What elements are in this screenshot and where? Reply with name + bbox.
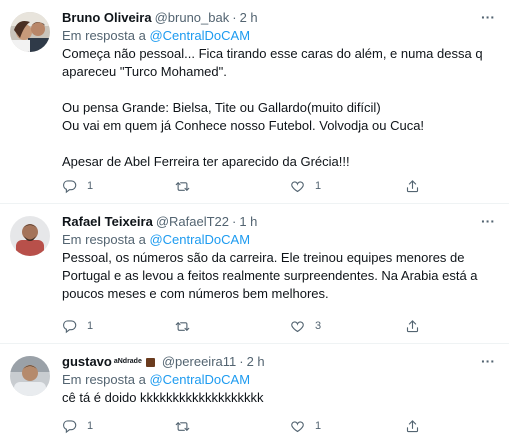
user-handle[interactable]: @bruno_bak <box>155 10 230 26</box>
reply-icon <box>63 419 77 433</box>
reply-prefix: Em resposta a <box>62 372 150 387</box>
reply-context: Em resposta a @CentralDoCAM <box>62 27 495 44</box>
share-button[interactable] <box>405 319 420 334</box>
reply-prefix: Em resposta a <box>62 28 150 43</box>
action-bar: 1 1 <box>62 417 495 435</box>
reply-count: 1 <box>87 320 94 332</box>
tweet-header: Rafael Teixeira @RafaelT22 · 1 h <box>62 214 495 230</box>
like-button[interactable]: 1 <box>290 179 321 194</box>
mention-link[interactable]: @CentralDoCAM <box>149 232 250 247</box>
action-bar: 1 1 <box>62 177 495 195</box>
timestamp[interactable]: 2 h <box>247 354 265 370</box>
mention-link[interactable]: @CentralDoCAM <box>149 28 250 43</box>
like-icon <box>291 320 304 332</box>
timestamp[interactable]: 2 h <box>240 10 258 26</box>
reply-count: 1 <box>87 420 94 432</box>
flag-emoji-icon <box>145 357 155 367</box>
like-button[interactable]: 3 <box>290 319 321 334</box>
reply-button[interactable]: 1 <box>62 419 93 434</box>
like-button[interactable]: 1 <box>290 419 321 434</box>
retweet-button[interactable] <box>175 319 200 334</box>
timestamp[interactable]: 1 h <box>239 214 257 230</box>
reply-context: Em resposta a @CentralDoCAM <box>62 371 495 388</box>
tweet[interactable]: Rafael Teixeira @RafaelT22 · 1 h ··· Em … <box>0 204 509 344</box>
like-icon <box>291 180 304 192</box>
avatar[interactable] <box>10 216 50 256</box>
tweet[interactable]: Bruno Oliveira @bruno_bak · 2 h ··· Em r… <box>0 0 509 204</box>
reply-icon <box>63 179 77 193</box>
share-icon <box>406 319 419 332</box>
tweet-header: gustavo aNdrade @pereeira11 · 2 h <box>62 354 495 370</box>
more-icon[interactable]: ··· <box>481 9 495 25</box>
more-icon[interactable]: ··· <box>481 213 495 229</box>
like-count: 3 <box>315 320 322 332</box>
like-icon <box>291 420 304 432</box>
share-icon <box>406 179 419 192</box>
name-badge: aNdrade <box>113 358 142 365</box>
display-name[interactable]: Rafael Teixeira <box>62 214 153 230</box>
tweet-text: Pessoal, os números são da carreira. Ele… <box>62 250 478 301</box>
action-bar: 1 3 <box>62 317 495 335</box>
separator-dot: · <box>239 354 244 369</box>
retweet-icon <box>175 421 190 431</box>
share-button[interactable] <box>405 419 420 434</box>
like-count: 1 <box>315 420 322 432</box>
retweet-icon <box>175 181 190 191</box>
reply-button[interactable]: 1 <box>62 319 93 334</box>
tweet-text: Começa não pessoal... Fica tirando esse … <box>62 46 483 169</box>
more-icon[interactable]: ··· <box>481 353 495 369</box>
tweet-text: cê tá é doido kkkkkkkkkkkkkkkkkkk <box>62 390 264 405</box>
display-name[interactable]: gustavo <box>62 354 112 370</box>
tweet-header: Bruno Oliveira @bruno_bak · 2 h <box>62 10 495 26</box>
avatar[interactable] <box>10 12 50 52</box>
reply-icon <box>63 319 77 333</box>
share-button[interactable] <box>405 179 420 194</box>
retweet-icon <box>175 321 190 331</box>
tweet[interactable]: gustavo aNdrade @pereeira11 · 2 h ··· Em… <box>0 344 509 443</box>
retweet-button[interactable] <box>175 419 200 434</box>
retweet-button[interactable] <box>175 179 200 194</box>
separator-dot: · <box>232 214 237 229</box>
display-name[interactable]: Bruno Oliveira <box>62 10 152 26</box>
user-handle[interactable]: @RafaelT22 <box>156 214 229 230</box>
separator-dot: · <box>232 10 237 25</box>
reply-context: Em resposta a @CentralDoCAM <box>62 231 495 248</box>
reply-count: 1 <box>87 180 94 192</box>
share-icon <box>406 419 419 432</box>
avatar[interactable] <box>10 356 50 396</box>
like-count: 1 <box>315 180 322 192</box>
user-handle[interactable]: @pereeira11 <box>162 354 236 370</box>
reply-button[interactable]: 1 <box>62 179 93 194</box>
reply-prefix: Em resposta a <box>62 232 150 247</box>
mention-link[interactable]: @CentralDoCAM <box>149 372 250 387</box>
